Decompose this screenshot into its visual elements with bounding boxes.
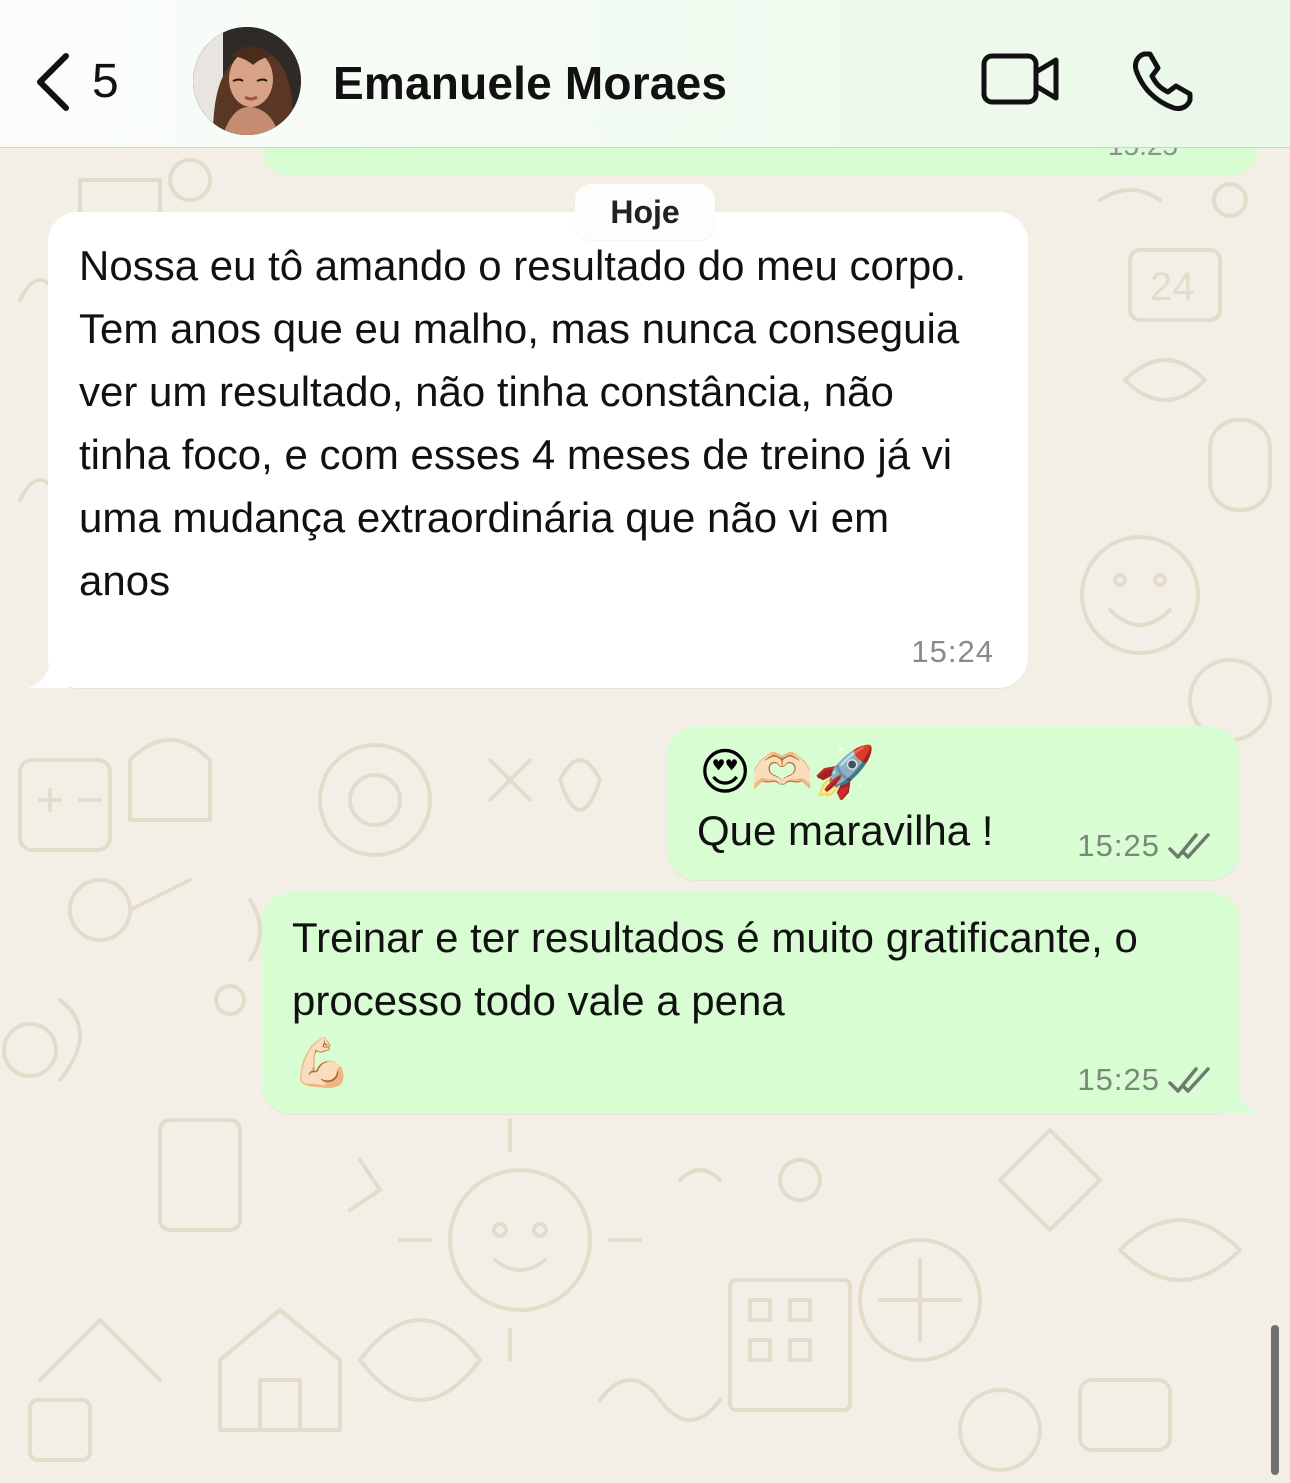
chat-header: 5 Emanuele Moraes xyxy=(0,0,1290,148)
message-meta: 15:25 xyxy=(1077,828,1212,864)
video-call-button[interactable] xyxy=(980,50,1062,108)
voice-call-button[interactable] xyxy=(1130,48,1196,114)
double-check-icon xyxy=(1168,833,1210,859)
phone-icon xyxy=(1133,51,1193,111)
back-button[interactable]: 5 xyxy=(30,42,150,122)
video-camera-icon xyxy=(981,53,1059,105)
message-time: 15:25 xyxy=(1077,828,1160,863)
emoji-row: 😍🫶🏻🚀 xyxy=(699,744,876,800)
outgoing-message-bubble[interactable]: Treinar e ter resultados é muito gratifi… xyxy=(262,892,1260,1114)
message-text: Treinar e ter resultados é muito gratifi… xyxy=(292,914,1138,1024)
flexed-biceps-emoji: 💪🏻 xyxy=(292,1037,352,1090)
message-text-block: Treinar e ter resultados é muito gratifi… xyxy=(292,906,1212,1096)
outgoing-message-bubble[interactable]: 😍🫶🏻🚀 Que maravilha ! 15:25 xyxy=(667,726,1240,880)
chat-screen: 24 5 Emanuele Moraes Hoje Nossa eu tô am… xyxy=(0,0,1290,1483)
avatar[interactable] xyxy=(193,27,301,135)
message-text: Nossa eu tô amando o resultado do meu co… xyxy=(79,242,967,604)
contact-name[interactable]: Emanuele Moraes xyxy=(333,56,727,110)
incoming-message-bubble[interactable]: Nossa eu tô amando o resultado do meu co… xyxy=(28,212,1028,688)
bubble-tail xyxy=(1220,1080,1260,1114)
message-time: 15:24 xyxy=(911,634,994,669)
message-time: 15:25 xyxy=(1077,1062,1160,1097)
unread-count: 5 xyxy=(92,55,119,108)
avatar-photo xyxy=(193,27,301,135)
double-check-icon xyxy=(1168,1067,1210,1093)
chevron-left-icon xyxy=(37,53,69,111)
svg-text:24: 24 xyxy=(1150,265,1195,309)
scrollbar[interactable] xyxy=(1271,1325,1279,1475)
date-divider: Hoje xyxy=(575,184,715,240)
message-text: Que maravilha ! xyxy=(697,807,994,854)
bubble-tail xyxy=(28,654,68,688)
message-meta: 15:25 xyxy=(1077,1062,1212,1098)
